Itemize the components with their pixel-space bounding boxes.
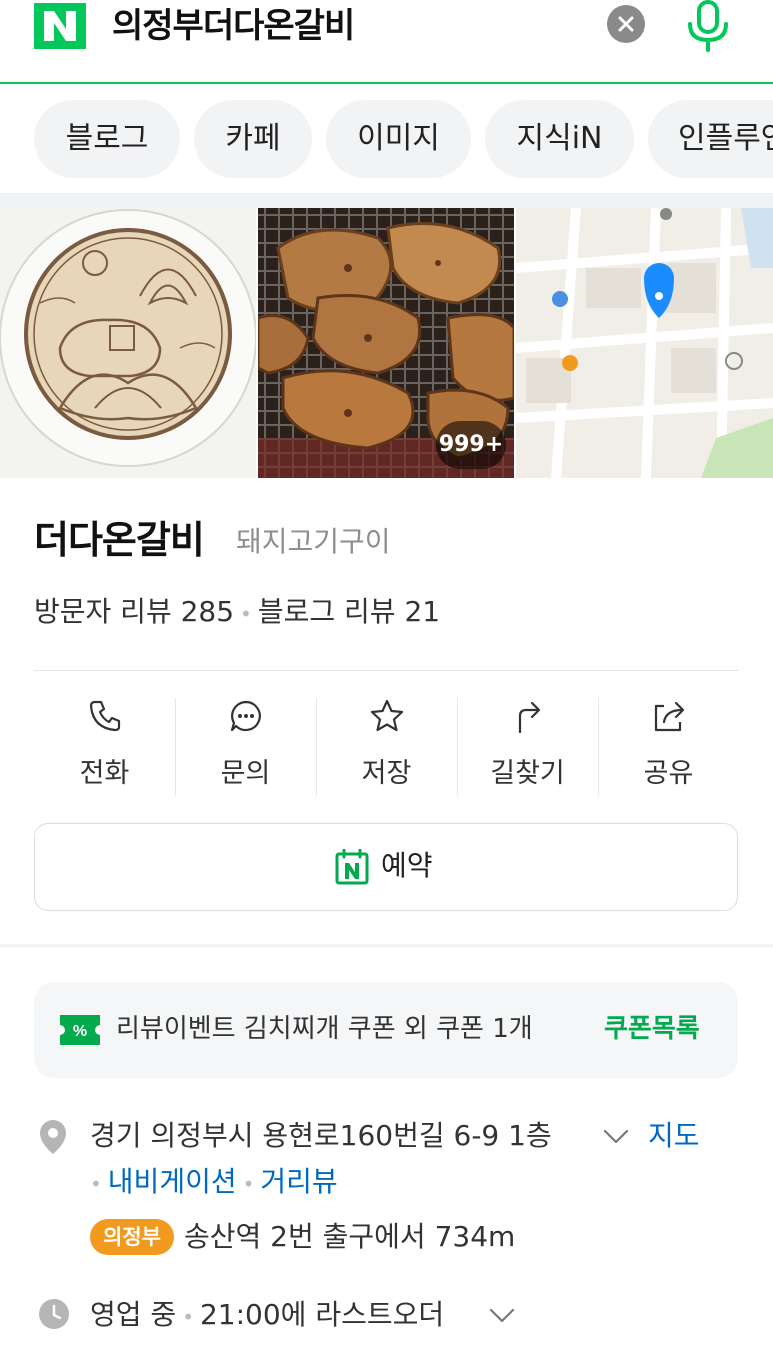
street-view-link[interactable]: 거리뷰 (260, 1165, 337, 1198)
separator-dot: • (90, 1172, 102, 1196)
directions-label: 길찾기 (490, 758, 565, 789)
close-icon (618, 16, 634, 32)
separator-dot: • (242, 1172, 255, 1196)
place-title: 더다온갈비 (34, 518, 205, 562)
restaurant-logo-photo[interactable] (0, 208, 256, 478)
subway-line-badge: 의정부 (90, 1219, 174, 1255)
separator-dot: • (240, 602, 252, 626)
directions-button[interactable]: 길찾기 (457, 698, 598, 798)
inquiry-label: 문의 (220, 758, 271, 789)
reservation-label: 예약 (381, 849, 433, 882)
reservation-button[interactable]: 예약 (34, 823, 738, 911)
section-divider (0, 193, 773, 208)
map-thumbnail[interactable] (516, 208, 773, 478)
search-tabs: 블로그 카페 이미지 지식iN 인플루언 (0, 100, 773, 178)
tab-blog[interactable]: 블로그 (34, 100, 180, 178)
share-icon (654, 701, 684, 732)
tab-influencer[interactable]: 인플루언 (648, 100, 773, 178)
phone-icon (89, 700, 120, 732)
coupon-text: 리뷰이벤트 김치찌개 쿠폰 외 쿠폰 1개 (116, 1014, 533, 1044)
map-link[interactable]: 지도 (648, 1117, 700, 1155)
section-divider (0, 944, 773, 947)
coupon-list-link[interactable]: 쿠폰목록 (604, 1011, 700, 1047)
save-button[interactable]: 저장 (316, 698, 457, 798)
last-order-time: 21:00에 라스트오더 (199, 1298, 445, 1331)
address-links: • 내비게이션 • 거리뷰 (90, 1163, 338, 1203)
navigation-link[interactable]: 내비게이션 (108, 1165, 237, 1198)
call-label: 전화 (79, 758, 130, 789)
location-pin-icon (40, 1120, 66, 1154)
save-label: 저장 (361, 758, 412, 789)
directions-icon (518, 701, 540, 734)
star-icon (370, 699, 403, 732)
separator-dot: • (182, 1305, 194, 1329)
station-distance: 송산역 2번 출구에서 734m (184, 1220, 516, 1253)
review-summary: 방문자 리뷰 285 • 블로그 리뷰 21 (34, 594, 440, 632)
naver-logo[interactable] (34, 3, 86, 49)
clear-search-button[interactable] (607, 5, 645, 43)
coupon-icon: % (60, 1015, 100, 1045)
divider (34, 670, 739, 671)
search-bar: 의정부더다온갈비 (0, 0, 773, 84)
photo-strip (0, 208, 773, 478)
visitor-review-link[interactable]: 방문자 리뷰 285 (34, 595, 234, 628)
share-label: 공유 (643, 758, 694, 789)
svg-text:%: % (73, 1023, 87, 1040)
tab-images[interactable]: 이미지 (326, 100, 471, 178)
photo-count-badge[interactable]: 999+ (436, 421, 506, 469)
chevron-down-icon[interactable] (602, 1128, 630, 1146)
share-button[interactable]: 공유 (598, 698, 739, 798)
business-hours[interactable]: 영업 중 • 21:00에 라스트오더 (90, 1296, 444, 1336)
call-button[interactable]: 전화 (34, 698, 175, 798)
naver-calendar-icon (335, 849, 369, 885)
inquiry-button[interactable]: 문의 (175, 698, 316, 798)
mic-icon (688, 0, 728, 52)
tab-cafe[interactable]: 카페 (194, 100, 312, 178)
blog-review-link[interactable]: 블로그 리뷰 21 (258, 595, 440, 628)
search-query[interactable]: 의정부더다온갈비 (112, 4, 355, 48)
business-status: 영업 중 (90, 1298, 177, 1331)
tab-knowledge-in[interactable]: 지식iN (485, 100, 634, 178)
clock-icon (39, 1299, 69, 1329)
voice-search-button[interactable] (680, 0, 736, 54)
action-bar: 전화 문의 저장 길찾기 공유 (34, 698, 739, 798)
coupon-banner[interactable]: % 리뷰이벤트 김치찌개 쿠폰 외 쿠폰 1개 쿠폰목록 (34, 982, 738, 1078)
address-text[interactable]: 경기 의정부시 용현로160번길 6-9 1층 (90, 1117, 552, 1155)
place-category: 돼지고기구이 (236, 525, 391, 558)
chevron-down-icon[interactable] (488, 1307, 516, 1325)
chat-icon (230, 700, 261, 732)
